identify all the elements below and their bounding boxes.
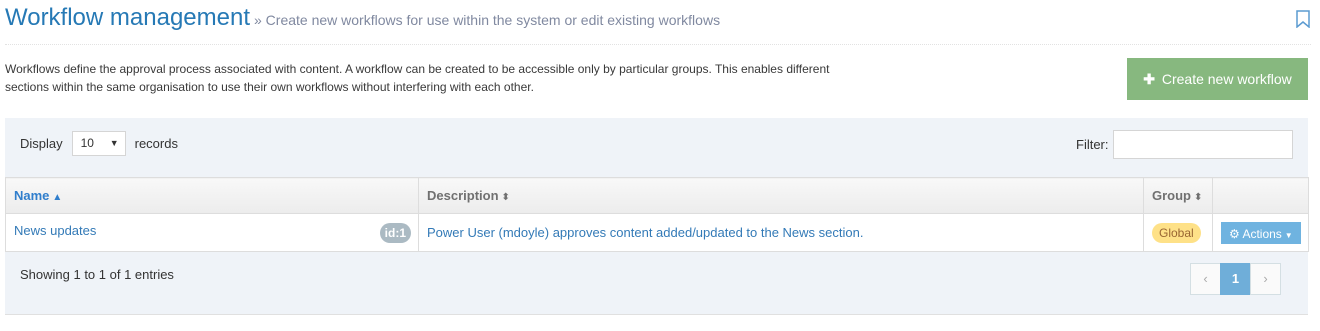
- cell-actions: ⚙ Actions ▼: [1212, 213, 1309, 252]
- table-info: Showing 1 to 1 of 1 entries: [20, 267, 174, 282]
- table-header-row: Name ▲ Description ⬍ Group ⬍: [5, 177, 1309, 214]
- page-length-control: Display 10 ▼ records: [20, 131, 178, 156]
- records-label: records: [134, 136, 178, 151]
- display-label: Display: [20, 136, 63, 151]
- pagination-page-1[interactable]: 1: [1220, 263, 1251, 295]
- page-length-value: 10: [80, 136, 94, 150]
- filter-label: Filter:: [1076, 137, 1109, 152]
- page-length-select[interactable]: 10 ▼: [71, 131, 126, 156]
- create-workflow-label: Create new workflow: [1161, 71, 1292, 87]
- column-header-group[interactable]: Group ⬍: [1143, 177, 1213, 214]
- column-header-description[interactable]: Description ⬍: [418, 177, 1144, 214]
- sort-asc-icon: ▲: [52, 192, 63, 203]
- page-header: Workflow management» Create new workflow…: [5, 0, 1311, 45]
- page-title: Workflow management» Create new workflow…: [5, 4, 720, 32]
- table-row: News updates id:1 Power User (mdoyle) ap…: [5, 213, 1309, 252]
- sort-icon: ⬍: [1194, 192, 1203, 203]
- id-badge: id:1: [379, 222, 411, 243]
- column-header-name[interactable]: Name ▲: [5, 177, 419, 214]
- page-subtitle: » Create new workflows for use within th…: [254, 12, 721, 28]
- gear-icon: ⚙: [1229, 226, 1240, 241]
- intro-text: Workflows define the approval process as…: [5, 62, 830, 94]
- cell-name: News updates id:1: [5, 213, 419, 252]
- workflow-table-panel: Display 10 ▼ records Filter: Name ▲ Descr…: [5, 118, 1309, 315]
- group-badge: Global: [1152, 222, 1201, 243]
- actions-label: Actions: [1242, 226, 1282, 241]
- workflow-name-link[interactable]: News updates: [14, 223, 96, 238]
- actions-button[interactable]: ⚙ Actions ▼: [1221, 221, 1301, 244]
- sort-icon: ⬍: [501, 192, 510, 203]
- chevron-down-icon: ▼: [1284, 230, 1293, 240]
- pagination: ‹ 1 ›: [1190, 263, 1281, 295]
- pagination-next-button[interactable]: ›: [1250, 263, 1281, 295]
- page-title-text: Workflow management: [5, 4, 250, 31]
- bookmark-icon[interactable]: [1295, 10, 1311, 28]
- plus-icon: ✚: [1143, 71, 1155, 87]
- pagination-prev-button[interactable]: ‹: [1190, 263, 1221, 295]
- create-workflow-button[interactable]: ✚ Create new workflow: [1127, 58, 1308, 100]
- column-header-actions: [1212, 177, 1309, 214]
- filter-input[interactable]: [1113, 130, 1293, 159]
- dropdown-caret-icon: ▼: [109, 138, 119, 148]
- workflow-table: Name ▲ Description ⬍ Group ⬍ News updates i…: [5, 177, 1309, 252]
- cell-group: Global: [1143, 213, 1213, 252]
- cell-description: Power User (mdoyle) approves content add…: [418, 213, 1144, 252]
- workflow-description-link[interactable]: Power User (mdoyle) approves content add…: [427, 225, 863, 240]
